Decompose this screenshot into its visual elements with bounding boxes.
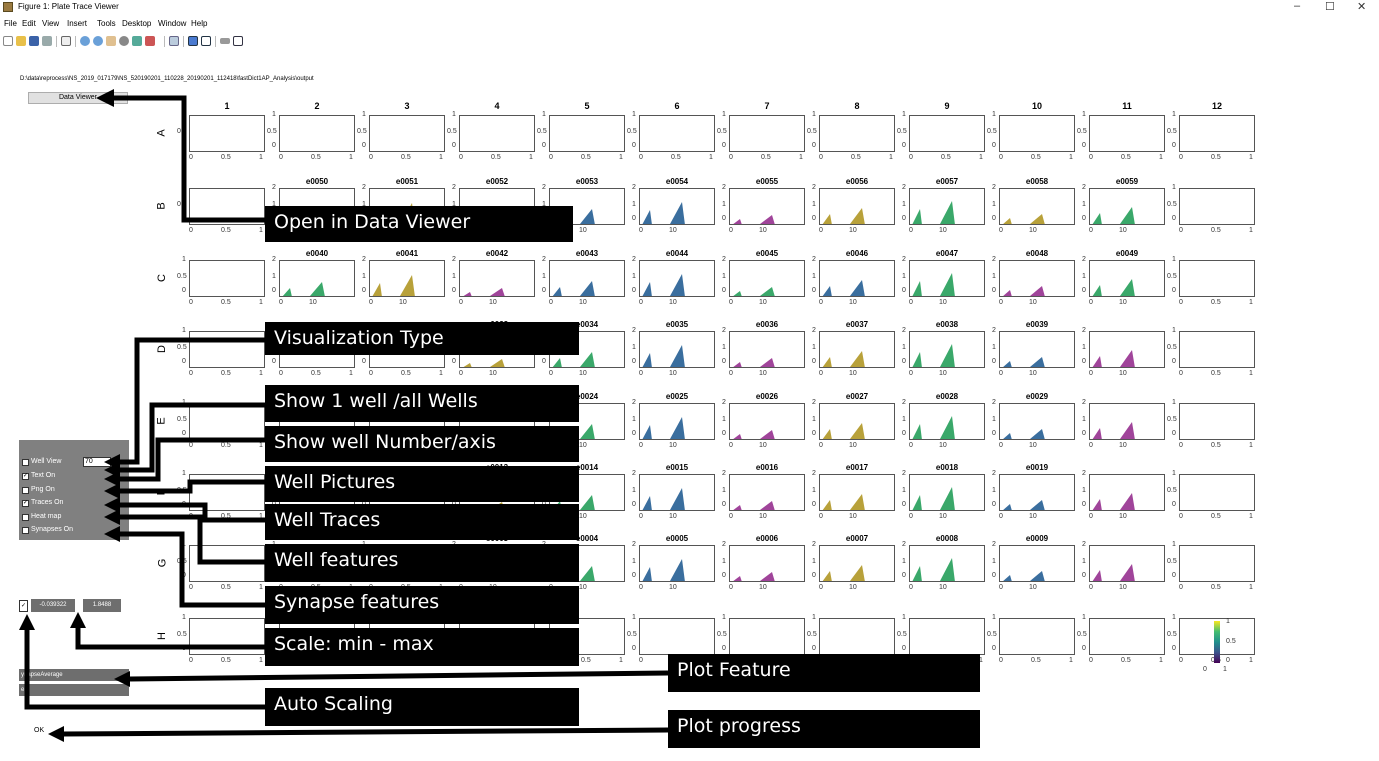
callout-well-traces: Well Traces	[265, 504, 579, 540]
callout-scale-min-max: Scale: min - max	[265, 628, 579, 666]
callout-synapse-features: Synapse features	[265, 586, 579, 624]
callout-show-well-number: Show well Number/axis	[265, 426, 579, 462]
callout-auto-scaling: Auto Scaling	[265, 688, 579, 726]
callout-plot-progress: Plot progress	[668, 710, 980, 748]
callout-show-wells: Show 1 well /all Wells	[265, 385, 579, 422]
annotation-arrows	[19, 89, 669, 742]
callout-visualization-type: Visualization Type	[265, 322, 579, 355]
callout-open-data-viewer: Open in Data Viewer	[265, 206, 573, 242]
callout-plot-feature: Plot Feature	[668, 654, 980, 692]
callout-well-features: Well features	[265, 544, 579, 582]
callout-well-pictures: Well Pictures	[265, 466, 579, 502]
